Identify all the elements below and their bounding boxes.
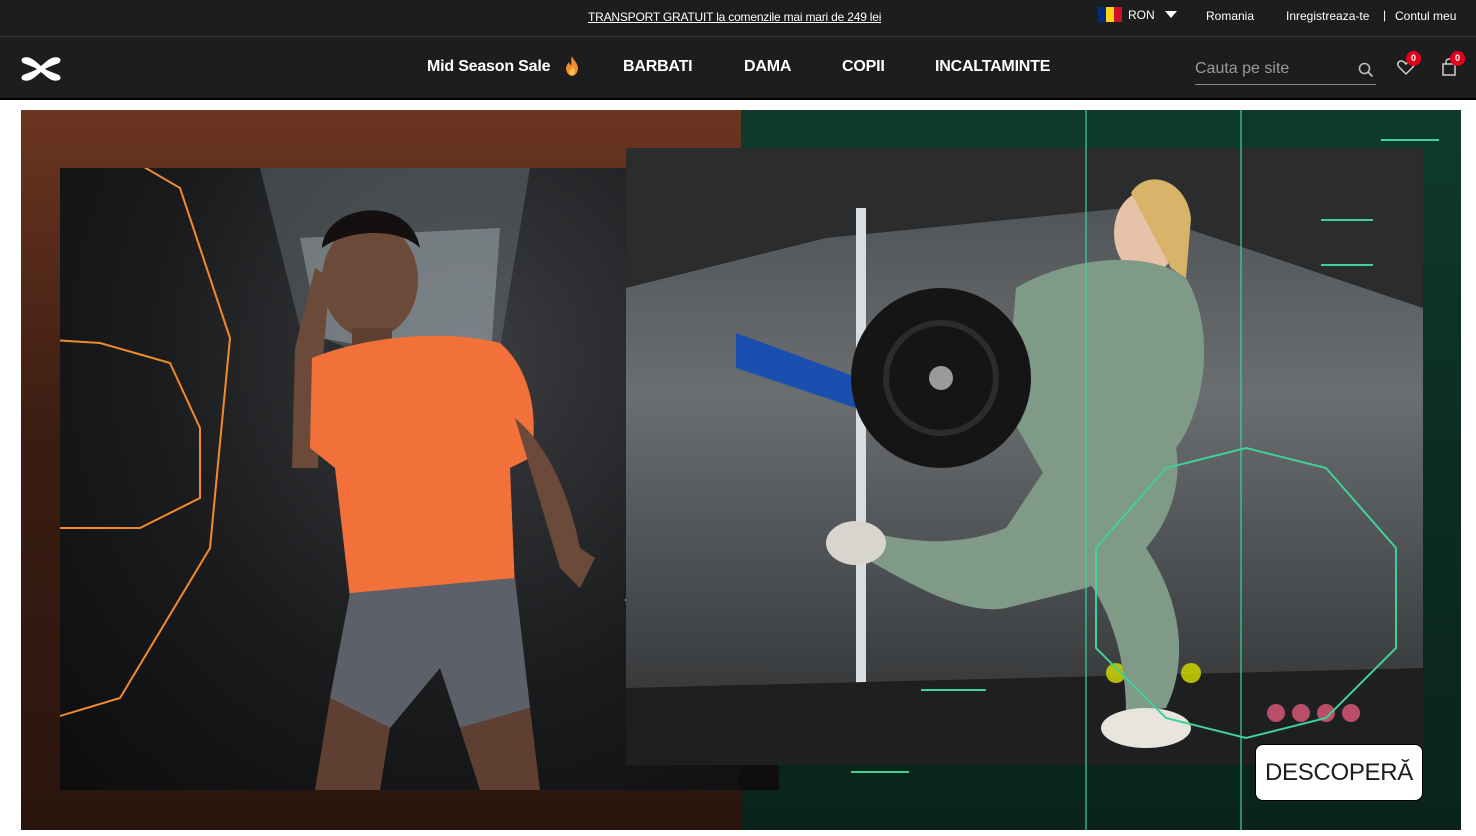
- country-link[interactable]: Romania: [1206, 9, 1254, 23]
- nav-copii[interactable]: COPII: [842, 58, 885, 76]
- search-input[interactable]: [1195, 55, 1345, 83]
- main-navigation: Mid Season Sale BARBATI DAMA COPII INCAL…: [0, 36, 1476, 100]
- chevron-down-icon: [1164, 11, 1177, 18]
- link-separator: |: [1383, 8, 1387, 22]
- under-armour-logo-icon: [21, 57, 61, 81]
- top-utility-bar: TRANSPORT GRATUIT la comenzile mai mari …: [0, 0, 1476, 36]
- register-link[interactable]: Inregistreaza-te: [1286, 9, 1369, 23]
- cart-count-badge: 0: [1450, 51, 1465, 66]
- account-link[interactable]: Contul meu: [1395, 9, 1456, 23]
- search-icon[interactable]: [1358, 62, 1374, 78]
- free-shipping-promo-link[interactable]: TRANSPORT GRATUIT la comenzile mai mari …: [588, 10, 881, 24]
- brand-logo[interactable]: [20, 55, 62, 83]
- discover-button[interactable]: DESCOPERĂ: [1255, 744, 1423, 801]
- currency-label: RON: [1128, 7, 1155, 22]
- currency-selector[interactable]: RON: [1098, 7, 1177, 22]
- hero-decoration-lines: [851, 110, 1439, 830]
- nav-mid-season-sale[interactable]: Mid Season Sale: [427, 58, 550, 76]
- nav-dama[interactable]: DAMA: [744, 58, 791, 76]
- nav-incaltaminte[interactable]: INCALTAMINTE: [935, 58, 1050, 76]
- romania-flag-icon: [1098, 7, 1122, 22]
- wishlist-count-badge: 0: [1406, 51, 1421, 66]
- flame-icon: [564, 56, 580, 76]
- search-box: [1195, 55, 1376, 85]
- nav-barbati[interactable]: BARBATI: [623, 58, 693, 76]
- hero-banner[interactable]: DESCOPERĂ: [21, 110, 1461, 830]
